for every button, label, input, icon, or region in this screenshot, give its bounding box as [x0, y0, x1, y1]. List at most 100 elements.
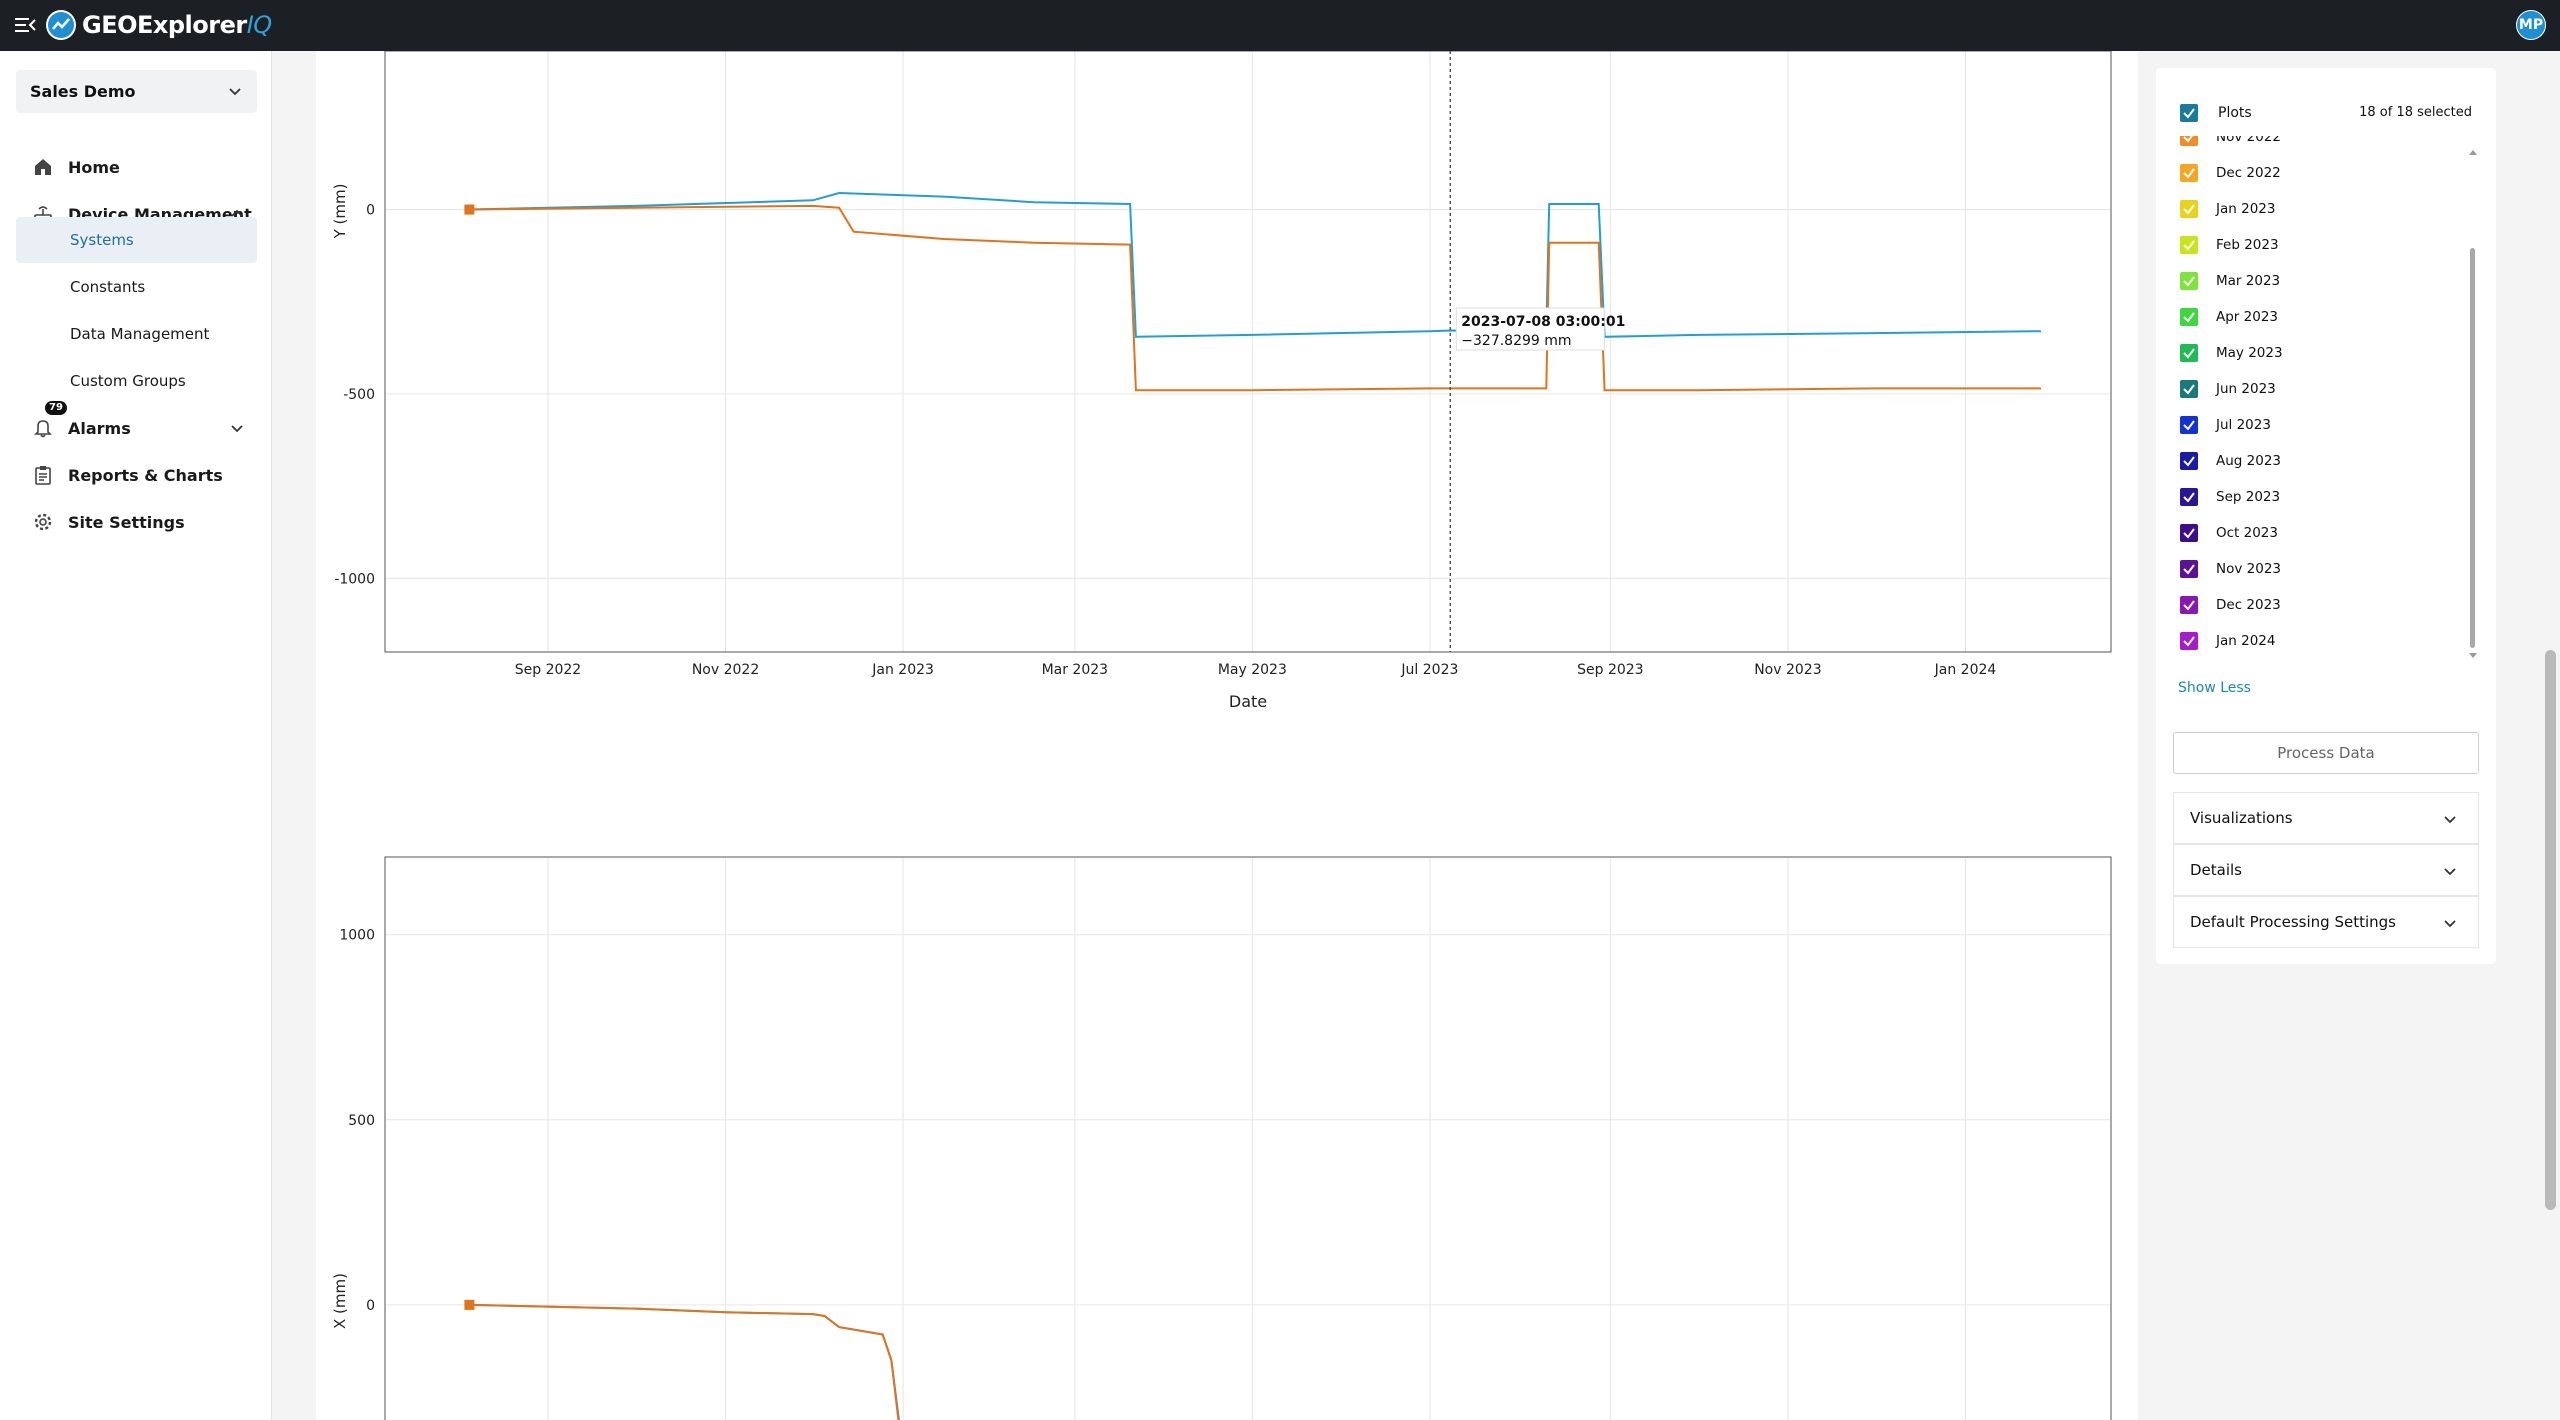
plot-item[interactable]: Dec 2023: [2180, 594, 2281, 616]
scroll-down-arrow-icon[interactable]: [2469, 652, 2477, 660]
y-tick-label: 0: [366, 203, 375, 219]
accordion-default-processing-settings[interactable]: Default Processing Settings: [2173, 896, 2479, 948]
plot-frame: [384, 856, 2112, 1420]
plot-item[interactable]: Oct 2023: [2180, 522, 2278, 544]
x-tick-label: Sep 2022: [515, 662, 581, 678]
plot-list-scrollbar[interactable]: [2470, 248, 2475, 648]
sidebar-item-site-settings[interactable]: Site Settings: [16, 502, 257, 542]
process-data-button[interactable]: Process Data: [2173, 732, 2479, 774]
plot-item-label: Aug 2023: [2216, 453, 2282, 469]
plot-item[interactable]: Dec 2022: [2180, 162, 2281, 184]
org-select-label: Sales Demo: [30, 82, 136, 101]
plot-checkbox[interactable]: [2180, 136, 2198, 146]
plot-item[interactable]: Jan 2024: [2180, 630, 2275, 652]
plot-item-label: Oct 2023: [2216, 525, 2278, 541]
plot-checkbox[interactable]: [2180, 560, 2198, 578]
check-icon: [2183, 420, 2195, 431]
plot-item[interactable]: Sep 2023: [2180, 486, 2280, 508]
plot-checkbox[interactable]: [2180, 272, 2198, 290]
check-icon: [2183, 600, 2195, 611]
charts-area: 0 -500 -1000 Y (mm) Sep 2022 Nov 2022 Jan 2023…: [316, 51, 2138, 1420]
chevron-down-icon: [2444, 920, 2456, 928]
plots-count: 18 of 18 selected: [2359, 105, 2472, 120]
plot-item[interactable]: Apr 2023: [2180, 306, 2278, 328]
plots-label: Plots: [2218, 105, 2252, 121]
tooltip-value: −327.8299 mm: [1461, 333, 1571, 349]
sidebar-subitem-custom-groups[interactable]: Custom Groups: [16, 358, 257, 404]
plot-checkbox[interactable]: [2180, 416, 2198, 434]
plot-item-label: Nov 2023: [2216, 561, 2281, 577]
start-marker: [464, 204, 475, 215]
plot-checkbox[interactable]: [2180, 236, 2198, 254]
x-tick-label: Jul 2023: [1400, 662, 1458, 678]
plot-checkbox[interactable]: [2180, 380, 2198, 398]
sidebar-item-label: Site Settings: [68, 512, 185, 532]
gear-icon: [32, 511, 54, 533]
scroll-up-arrow-icon[interactable]: [2469, 148, 2477, 156]
sidebar-item-reports-charts[interactable]: Reports & Charts: [16, 455, 257, 495]
select-all-checkbox[interactable]: [2180, 104, 2198, 122]
check-icon: [2183, 564, 2195, 575]
y-axis-label: Y (mm): [331, 184, 349, 240]
chevron-down-icon: [2444, 816, 2456, 824]
y-tick-label: -500: [343, 387, 375, 403]
plot-item[interactable]: May 2023: [2180, 342, 2283, 364]
x-tick-label: Jan 2023: [871, 662, 934, 678]
plot-item[interactable]: Jun 2023: [2180, 378, 2276, 400]
y-displacement-chart[interactable]: 0 -500 -1000 Y (mm) Sep 2022 Nov 2022 Jan 2023…: [316, 51, 2138, 761]
sidebar-item-label: Home: [68, 157, 120, 177]
page-scrollbar-thumb[interactable]: [2545, 650, 2556, 1210]
y-tick-label: 500: [348, 1113, 375, 1129]
alarm-count-badge: 79: [45, 401, 67, 415]
sidebar-item-home[interactable]: Home: [16, 147, 257, 187]
plot-item[interactable]: Jul 2023: [2180, 414, 2271, 436]
show-less-link[interactable]: Show Less: [2178, 680, 2251, 696]
plot-checkbox[interactable]: [2180, 308, 2198, 326]
accordion-details[interactable]: Details: [2173, 844, 2479, 896]
logo-mark-icon: [46, 10, 76, 40]
plot-checkbox[interactable]: [2180, 164, 2198, 182]
plot-list[interactable]: Nov 2022 Dec 2022 Jan 2023 Feb 2023 Mar 2023…: [2180, 136, 2480, 731]
plot-item-label: May 2023: [2216, 345, 2283, 361]
plot-checkbox[interactable]: [2180, 488, 2198, 506]
app-name: GEOExplorerIQ: [82, 11, 272, 39]
plot-item-label: Jun 2023: [2216, 381, 2276, 397]
app-logo[interactable]: GEOExplorerIQ: [46, 10, 272, 40]
accordion-label: Default Processing Settings: [2190, 913, 2396, 931]
plot-checkbox[interactable]: [2180, 524, 2198, 542]
x-tick-label: Jan 2024: [1934, 662, 1997, 678]
sidebar-subitem-label: Custom Groups: [70, 372, 186, 390]
plot-item-label: Jan 2024: [2216, 633, 2276, 649]
sidebar-subitem-label: Data Management: [70, 325, 210, 343]
plot-checkbox[interactable]: [2180, 344, 2198, 362]
user-avatar[interactable]: MP: [2516, 10, 2546, 40]
plot-item[interactable]: Aug 2023: [2180, 450, 2281, 472]
plots-select-all[interactable]: Plots 18 of 18 selected: [2180, 101, 2472, 125]
plot-checkbox[interactable]: [2180, 200, 2198, 218]
check-icon: [2183, 384, 2195, 395]
check-icon: [2183, 456, 2195, 467]
sidebar-subitem-systems[interactable]: Systems: [16, 217, 257, 263]
check-icon: [2183, 276, 2195, 287]
plot-item[interactable]: Jan 2023: [2180, 198, 2275, 220]
sidebar: Sales Demo Home Device Management System…: [0, 51, 272, 1420]
x-tick-label: Nov 2022: [692, 662, 759, 678]
menu-collapse-icon[interactable]: [14, 14, 36, 36]
sidebar-item-alarms[interactable]: 79 Alarms: [16, 401, 257, 448]
sidebar-subitem-constants[interactable]: Constants: [16, 264, 257, 310]
plot-item[interactable]: Nov 2023: [2180, 558, 2281, 580]
x-displacement-chart[interactable]: 1000 500 0 X (mm): [316, 761, 2138, 1420]
plot-checkbox[interactable]: [2180, 632, 2198, 650]
sidebar-item-label: Alarms: [68, 418, 131, 438]
sidebar-subitem-data-management[interactable]: Data Management: [16, 311, 257, 357]
plot-item[interactable]: Mar 2023: [2180, 270, 2280, 292]
plot-item-label: Mar 2023: [2216, 273, 2281, 289]
plot-item[interactable]: Nov 2022: [2180, 136, 2281, 148]
plot-item-label: Dec 2023: [2216, 597, 2281, 613]
plot-checkbox[interactable]: [2180, 596, 2198, 614]
org-select[interactable]: Sales Demo: [16, 70, 257, 113]
sidebar-subitem-label: Systems: [70, 231, 134, 249]
plot-item[interactable]: Feb 2023: [2180, 234, 2279, 256]
plot-checkbox[interactable]: [2180, 452, 2198, 470]
accordion-visualizations[interactable]: Visualizations: [2173, 792, 2479, 844]
